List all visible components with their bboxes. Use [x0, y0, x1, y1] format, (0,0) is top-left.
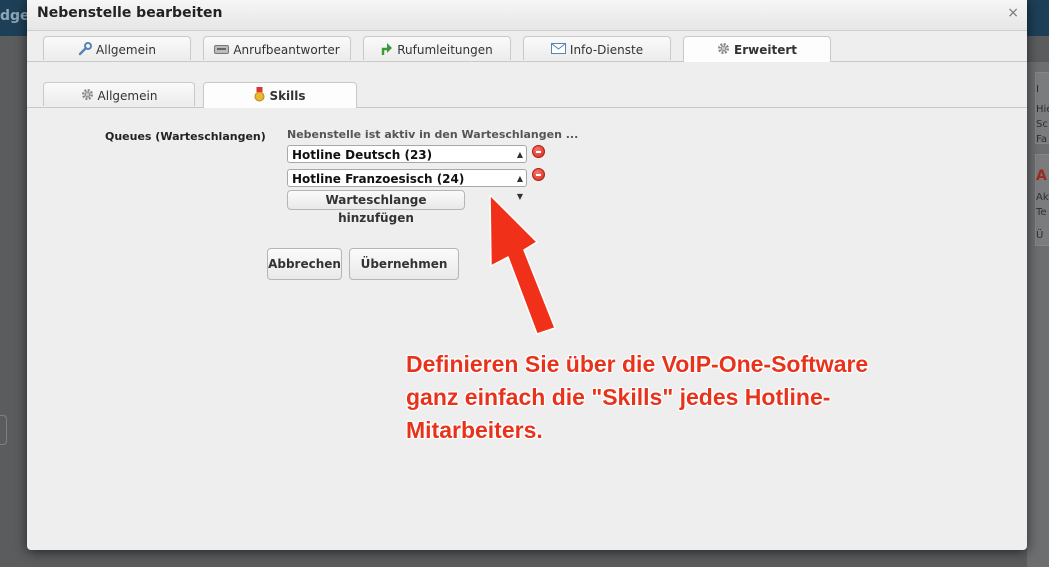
annotation-line: Definieren Sie über die VoIP-One-Softwar… [406, 351, 869, 377]
annotation-line: ganz einfach die "Skills" jedes Hotline- [406, 384, 831, 410]
annotation-text: Definieren Sie über die VoIP-One-Softwar… [406, 348, 906, 447]
annotation-line: Mitarbeiters. [406, 417, 543, 443]
annotation-arrow [489, 194, 556, 335]
